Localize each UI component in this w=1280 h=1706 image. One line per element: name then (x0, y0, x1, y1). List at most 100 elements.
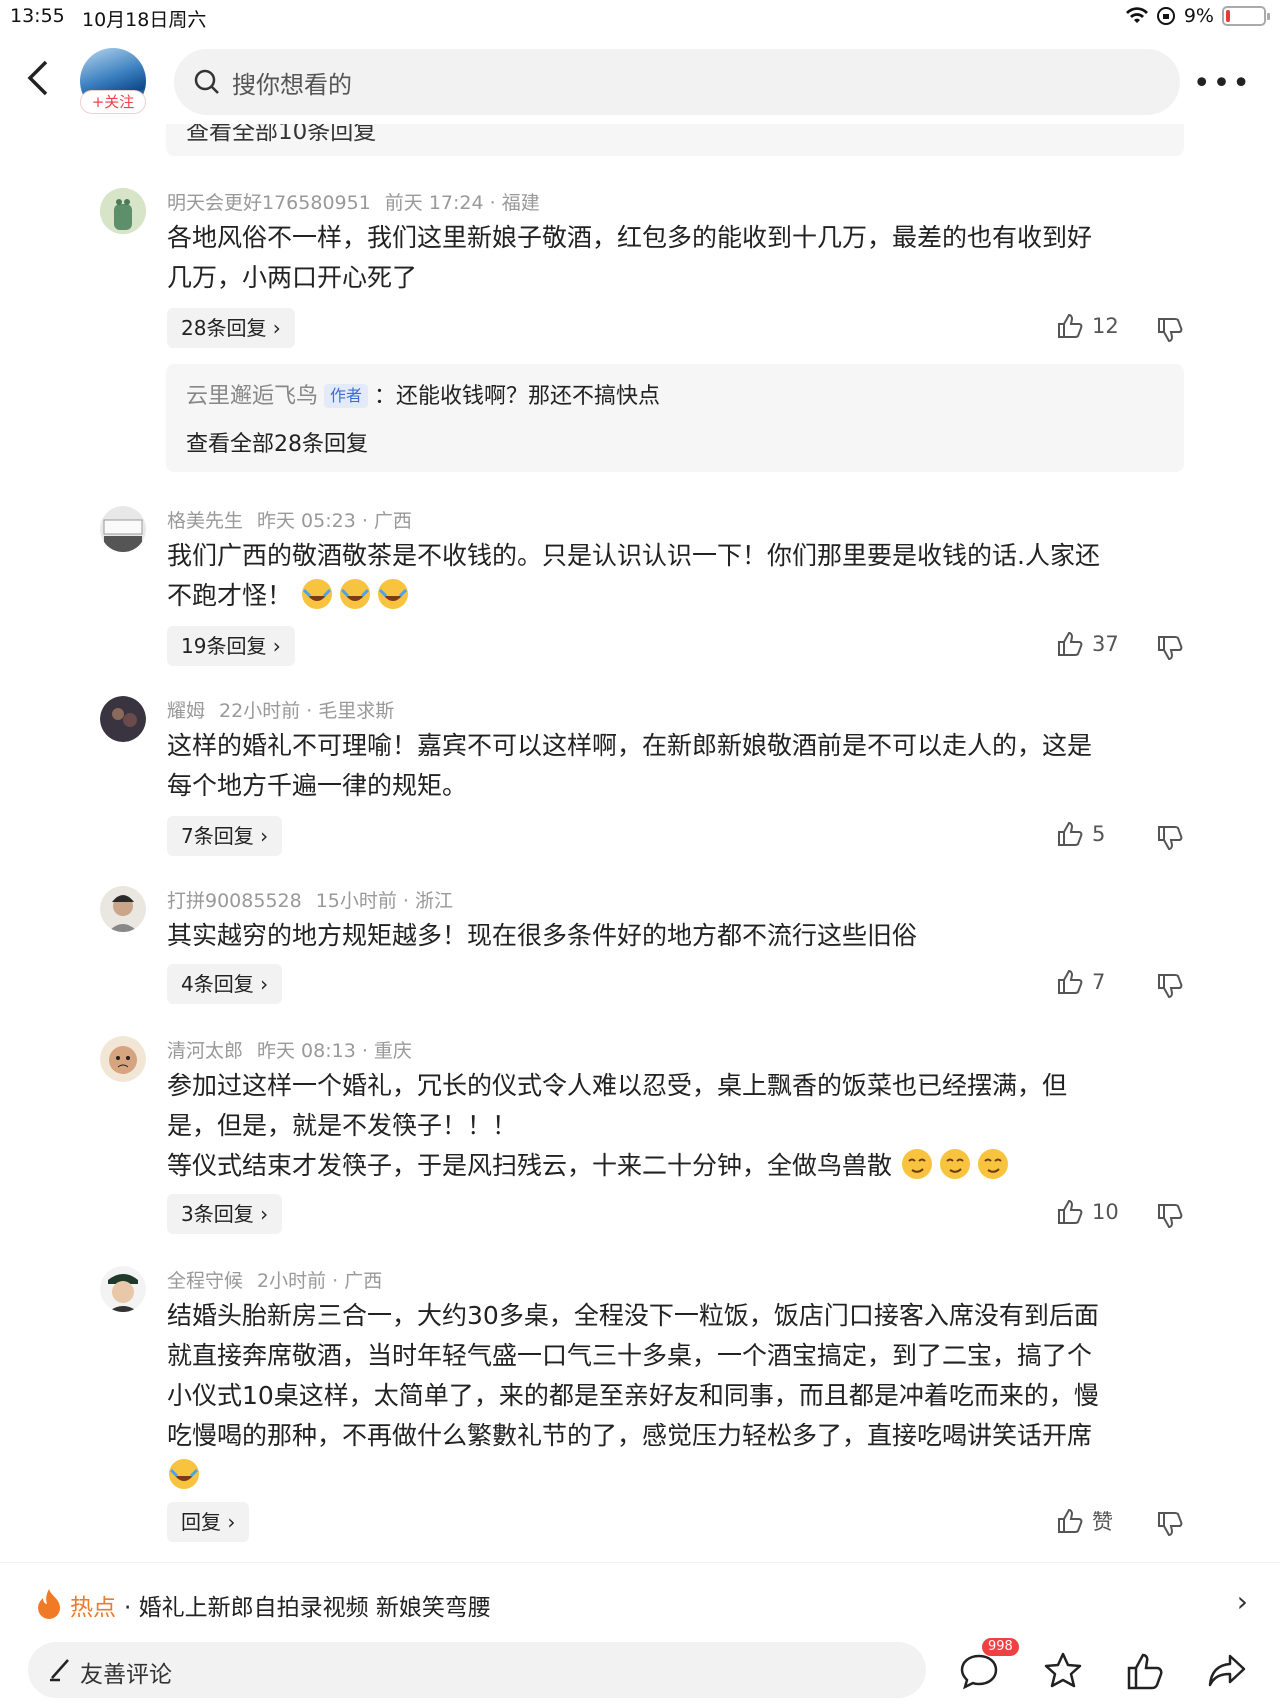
like-icon (1058, 631, 1083, 656)
comment-placeholder: 友善评论 (80, 1662, 172, 1688)
like-count: 7 (1092, 970, 1106, 994)
replies-label: 19条回复 (181, 634, 267, 658)
comment-time: 22小时前 · 毛里求斯 (219, 700, 395, 722)
avatar[interactable] (100, 696, 146, 742)
comment-line: 吃慢喝的那种，不再做什么繁數礼节的了，感觉压力轻松多了，直接吃喝讲笑话开席 (167, 1421, 1093, 1450)
author-tag: 作者 (324, 384, 369, 408)
comment-time: 昨天 08:13 · 重庆 (257, 1040, 412, 1062)
comment-line: 等仪式结束才发筷子，于是风扫残云，十来二十分钟，全做鸟兽散 (167, 1151, 893, 1180)
replies-button[interactable]: 28条回复 › (167, 308, 295, 348)
reply-button[interactable]: 回复 › (167, 1502, 250, 1542)
comment-text: 参加过这样一个婚礼，冗长的仪式令人难以忍受，桌上飘香的饭菜也已经摆满，但 是，但… (167, 1066, 1187, 1186)
like-button[interactable]: 7 (1056, 968, 1105, 996)
avatar[interactable] (100, 188, 146, 234)
replies-button[interactable]: 7条回复 › (167, 816, 283, 856)
comment-meta: 明天会更好176580951 前天 17:24 · 福建 (167, 188, 540, 215)
comment-line: 就直接奔席敬酒，当时年轻气盛一口气三十多桌，一个酒宝搞定，到了二宝，搞了个 (167, 1341, 1093, 1370)
avatar-image (100, 1036, 146, 1082)
like-button[interactable]: 5 (1056, 820, 1105, 848)
star-icon[interactable] (1042, 1650, 1084, 1692)
dislike-icon[interactable] (1156, 1510, 1184, 1538)
wifi-icon (1125, 7, 1148, 23)
comment-user[interactable]: 打拼90085528 (167, 890, 302, 912)
hot-title: · 婚礼上新郎自拍录视频 新娘笑弯腰 (124, 1595, 491, 1621)
like-icon (1058, 313, 1083, 338)
battery-percent: 9% (1183, 5, 1214, 27)
search-bar[interactable]: 搜你想看的 (174, 49, 1180, 115)
avatar-image (100, 886, 146, 932)
comment-icon[interactable] (958, 1650, 1000, 1692)
follow-button[interactable]: +关注 (80, 90, 146, 114)
dislike-icon[interactable] (1156, 972, 1184, 1000)
avatar-image (100, 188, 146, 234)
more-icon[interactable]: ••• (1193, 66, 1252, 101)
status-date: 10月18日周六 (82, 9, 207, 31)
replies-button[interactable]: 19条回复 › (167, 626, 295, 666)
comment-line: 其实越穷的地方规矩越多！现在很多条件好的地方都不流行这些旧俗 (167, 921, 918, 950)
bottom-bar: 友善评论 998 (0, 1638, 1280, 1706)
comment-user[interactable]: 全程守候 (167, 1270, 243, 1292)
previous-sub-reply-box[interactable]: 查看全部10条回复 (166, 124, 1184, 156)
avatar[interactable] (100, 1036, 146, 1082)
replies-label: 7条回复 (181, 824, 254, 848)
chevron-right-icon: › (1236, 1585, 1248, 1618)
comment-user[interactable]: 格美先生 (167, 510, 243, 532)
back-button[interactable] (24, 58, 64, 108)
like-button[interactable]: 12 (1056, 312, 1119, 340)
comment-user[interactable]: 明天会更好176580951 (167, 192, 371, 214)
dislike-icon[interactable] (1156, 316, 1184, 344)
sub-reply-box[interactable]: 云里邂逅飞鸟 作者 ：还能收钱啊？那还不搞快点 查看全部28条回复 (166, 364, 1184, 472)
comment-line: 这样的婚礼不可理喻！嘉宾不可以这样啊，在新郎新娘敬酒前是不可以走人的，这是 (167, 731, 1093, 760)
hot-label: 热点 (70, 1595, 116, 1621)
replies-button[interactable]: 4条回复 › (167, 964, 283, 1004)
comment-meta: 打拼90085528 15小时前 · 浙江 (167, 886, 453, 913)
status-time: 13:55 (10, 5, 65, 27)
laughing-crying-emoji-icon (377, 579, 408, 609)
status-bar: 13:55 10月18日周六 9% (0, 0, 1280, 34)
back-icon (27, 60, 48, 96)
view-all-replies[interactable]: 查看全部28条回复 (186, 426, 368, 458)
like-button[interactable]: 10 (1056, 1198, 1119, 1226)
like-count: 37 (1092, 632, 1119, 656)
comment-line: 是，但是，就是不发筷子！！！ (167, 1111, 518, 1140)
avatar-image (100, 506, 146, 552)
comment-user[interactable]: 清河太郎 (167, 1040, 243, 1062)
smirk-emoji-icon (901, 1149, 932, 1179)
battery-level (1226, 10, 1230, 22)
laughing-crying-emoji-icon (339, 579, 370, 609)
like-count: 5 (1092, 822, 1106, 846)
search-icon (194, 69, 219, 94)
like-icon[interactable] (1124, 1650, 1166, 1692)
battery-icon (1222, 6, 1270, 26)
comment-user[interactable]: 耀姆 (167, 700, 205, 722)
rotation-lock-icon (1156, 7, 1175, 25)
share-icon[interactable] (1206, 1650, 1248, 1692)
like-button[interactable]: 37 (1056, 630, 1119, 658)
comment-meta: 清河太郎 昨天 08:13 · 重庆 (167, 1036, 412, 1063)
dislike-icon[interactable] (1156, 1202, 1184, 1230)
comment-text: 其实越穷的地方规矩越多！现在很多条件好的地方都不流行这些旧俗 (167, 916, 1187, 956)
comment-line: 参加过这样一个婚礼，冗长的仪式令人难以忍受，桌上飘香的饭菜也已经摆满，但 (167, 1071, 1068, 1100)
avatar[interactable] (100, 1266, 146, 1312)
laughing-crying-emoji-icon (169, 1459, 199, 1489)
avatar[interactable] (100, 506, 146, 552)
comment-line: 每个地方千遍一律的规矩。 (167, 771, 468, 800)
comment-meta: 耀姆 22小时前 · 毛里求斯 (167, 696, 394, 723)
replies-button[interactable]: 3条回复 › (167, 1194, 283, 1234)
avatar-image (100, 1266, 146, 1312)
like-button[interactable]: 赞 (1056, 1506, 1113, 1536)
like-icon (1058, 821, 1083, 846)
laughing-crying-emoji-icon (301, 579, 332, 609)
comment-line: 不跑才怪！ (167, 581, 293, 610)
comment-line: 结婚头胎新房三合一，大约30多桌，全程没下一粒饭，饭店门口接客入席没有到后面 (167, 1301, 1099, 1330)
smirk-emoji-icon (977, 1149, 1008, 1179)
comment-input[interactable]: 友善评论 (28, 1642, 926, 1698)
hot-topic-bar[interactable]: 热点 · 婚礼上新郎自拍录视频 新娘笑弯腰 › (0, 1562, 1280, 1644)
comment-time: 2小时前 · 广西 (257, 1270, 383, 1292)
dislike-icon[interactable] (1156, 824, 1184, 852)
dislike-icon[interactable] (1156, 634, 1184, 662)
comment-meta: 格美先生 昨天 05:23 · 广西 (167, 506, 412, 533)
sub-reply-user[interactable]: 云里邂逅飞鸟 (186, 384, 318, 409)
like-count: 12 (1092, 314, 1119, 338)
avatar[interactable] (100, 886, 146, 932)
